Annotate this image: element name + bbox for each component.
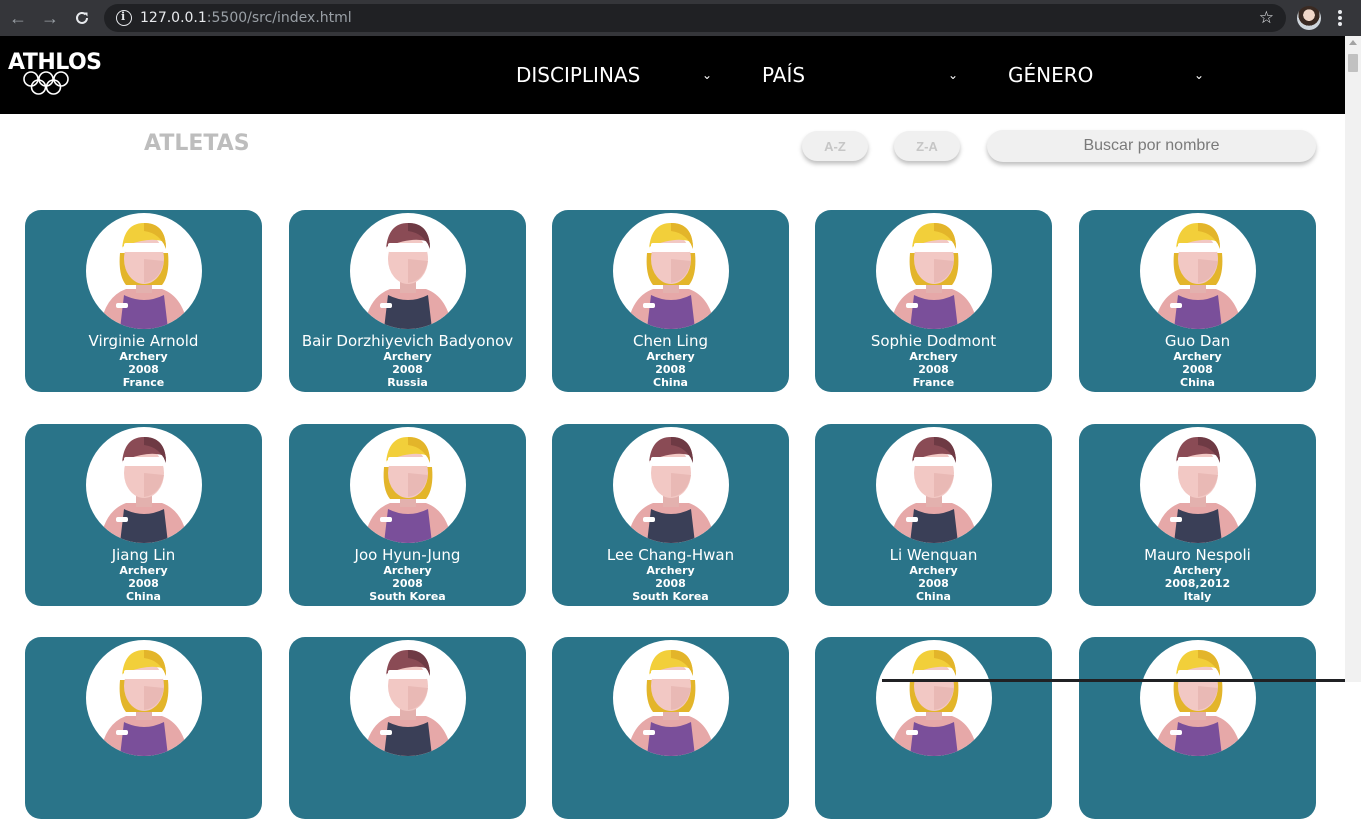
- profile-avatar[interactable]: [1297, 6, 1321, 30]
- athlete-sport: Archery: [646, 350, 695, 363]
- athlete-card[interactable]: [1079, 637, 1316, 819]
- athlete-card[interactable]: Sophie Dodmont Archery 2008 France: [815, 210, 1052, 392]
- page-scrollbar[interactable]: [1345, 36, 1361, 682]
- athlete-sport: Archery: [119, 564, 168, 577]
- athlete-country: France: [122, 376, 165, 389]
- female-athlete-icon: [1140, 640, 1256, 756]
- athlete-country: China: [653, 376, 688, 389]
- athlete-years: 2008,2012: [1164, 577, 1231, 590]
- female-athlete-icon: [613, 640, 729, 756]
- athlete-name: Li Wenquan: [889, 546, 978, 564]
- athlete-sport: Archery: [119, 350, 168, 363]
- male-athlete-icon: [350, 213, 466, 329]
- male-athlete-icon: [1140, 427, 1256, 543]
- male-athlete-icon: [613, 427, 729, 543]
- athlete-card[interactable]: Chen Ling Archery 2008 China: [552, 210, 789, 392]
- athlete-years: 2008: [128, 577, 159, 590]
- bookmark-star-icon[interactable]: ☆: [1259, 8, 1274, 28]
- male-athlete-icon: [350, 640, 466, 756]
- olympic-rings-icon: [23, 71, 69, 95]
- athlete-years: 2008: [128, 363, 159, 376]
- athlete-country: France: [912, 376, 955, 389]
- back-arrow-icon[interactable]: ←: [6, 6, 30, 30]
- site-header: ATHLOS DISCIPLINAS ⌄ PAÍS ⌄ GÉNERO ⌄: [0, 36, 1345, 114]
- female-athlete-icon: [613, 213, 729, 329]
- athlete-country: Italy: [1183, 590, 1212, 603]
- athlete-country: South Korea: [369, 590, 446, 603]
- athlete-name: Guo Dan: [1164, 332, 1231, 350]
- athlete-country: China: [1180, 376, 1215, 389]
- url-text[interactable]: 127.0.0.1:5500/src/index.html: [140, 10, 352, 26]
- athlete-sport: Archery: [383, 350, 432, 363]
- filter-pais[interactable]: PAÍS ⌄: [762, 62, 958, 88]
- athlete-card[interactable]: Li Wenquan Archery 2008 China: [815, 424, 1052, 606]
- athlete-card[interactable]: [815, 637, 1052, 819]
- address-bar[interactable]: 127.0.0.1:5500/src/index.html ☆: [104, 4, 1286, 32]
- female-athlete-icon: [1140, 213, 1256, 329]
- athlete-sport: Archery: [909, 564, 958, 577]
- athlete-card[interactable]: Guo Dan Archery 2008 China: [1079, 210, 1316, 392]
- athlete-sport: Archery: [909, 350, 958, 363]
- athlete-card[interactable]: [25, 637, 262, 819]
- athlete-card[interactable]: [289, 637, 526, 819]
- athlete-years: 2008: [918, 363, 949, 376]
- athlete-years: 2008: [392, 577, 423, 590]
- female-athlete-icon: [86, 213, 202, 329]
- athlete-card[interactable]: [552, 637, 789, 819]
- male-athlete-icon: [86, 427, 202, 543]
- athlete-name: Virginie Arnold: [88, 332, 199, 350]
- athlete-sport: Archery: [646, 564, 695, 577]
- female-athlete-icon: [876, 213, 992, 329]
- athlete-years: 2008: [1182, 363, 1213, 376]
- site-info-icon[interactable]: [116, 10, 132, 26]
- filter-disciplinas[interactable]: DISCIPLINAS ⌄: [516, 62, 712, 88]
- athlete-country: South Korea: [632, 590, 709, 603]
- female-athlete-icon: [876, 640, 992, 756]
- chevron-down-icon: ⌄: [948, 68, 959, 82]
- athlete-card[interactable]: Virginie Arnold Archery 2008 France: [25, 210, 262, 392]
- filter-label: GÉNERO: [1008, 63, 1094, 87]
- page-title: ATLETAS: [144, 131, 250, 156]
- female-athlete-icon: [86, 640, 202, 756]
- athlete-years: 2008: [392, 363, 423, 376]
- athlete-name: Sophie Dodmont: [870, 332, 997, 350]
- forward-arrow-icon[interactable]: →: [38, 6, 62, 30]
- athlos-logo[interactable]: ATHLOS: [8, 50, 102, 100]
- athlete-name: Jiang Lin: [111, 546, 176, 564]
- filter-label: PAÍS: [762, 63, 806, 87]
- athlete-years: 2008: [655, 363, 686, 376]
- browser-menu-icon[interactable]: [1332, 8, 1348, 28]
- male-athlete-icon: [876, 427, 992, 543]
- chevron-down-icon: ⌄: [1194, 68, 1205, 82]
- athlete-name: Bair Dorzhiyevich Badyonov: [301, 332, 514, 350]
- scroll-up-arrow-icon[interactable]: [1349, 40, 1357, 45]
- athlete-sport: Archery: [1173, 350, 1222, 363]
- athlete-country: China: [916, 590, 951, 603]
- scrollbar-thumb[interactable]: [1348, 54, 1358, 72]
- athlete-card[interactable]: Mauro Nespoli Archery 2008,2012 Italy: [1079, 424, 1316, 606]
- filter-genero[interactable]: GÉNERO ⌄: [1008, 62, 1204, 88]
- sort-za-button[interactable]: Z-A: [894, 131, 960, 161]
- athlete-sport: Archery: [383, 564, 432, 577]
- athlete-card[interactable]: Jiang Lin Archery 2008 China: [25, 424, 262, 606]
- sort-az-button[interactable]: A-Z: [802, 131, 868, 161]
- athlete-country: China: [126, 590, 161, 603]
- reload-icon[interactable]: [70, 6, 94, 30]
- athlete-card[interactable]: Bair Dorzhiyevich Badyonov Archery 2008 …: [289, 210, 526, 392]
- athlete-name: Lee Chang-Hwan: [606, 546, 735, 564]
- athlete-name: Mauro Nespoli: [1144, 546, 1251, 564]
- female-athlete-icon: [350, 427, 466, 543]
- athlete-card[interactable]: Joo Hyun-Jung Archery 2008 South Korea: [289, 424, 526, 606]
- browser-toolbar: ← → 127.0.0.1:5500/src/index.html ☆: [0, 0, 1361, 36]
- chevron-down-icon: ⌄: [702, 68, 713, 82]
- athlete-name: Chen Ling: [632, 332, 709, 350]
- athlete-years: 2008: [655, 577, 686, 590]
- athlete-name: Joo Hyun-Jung: [354, 546, 461, 564]
- athlete-years: 2008: [918, 577, 949, 590]
- athlete-country: Russia: [387, 376, 428, 389]
- search-input[interactable]: [987, 130, 1316, 162]
- filter-label: DISCIPLINAS: [516, 63, 641, 87]
- athlete-card[interactable]: Lee Chang-Hwan Archery 2008 South Korea: [552, 424, 789, 606]
- athlete-sport: Archery: [1173, 564, 1222, 577]
